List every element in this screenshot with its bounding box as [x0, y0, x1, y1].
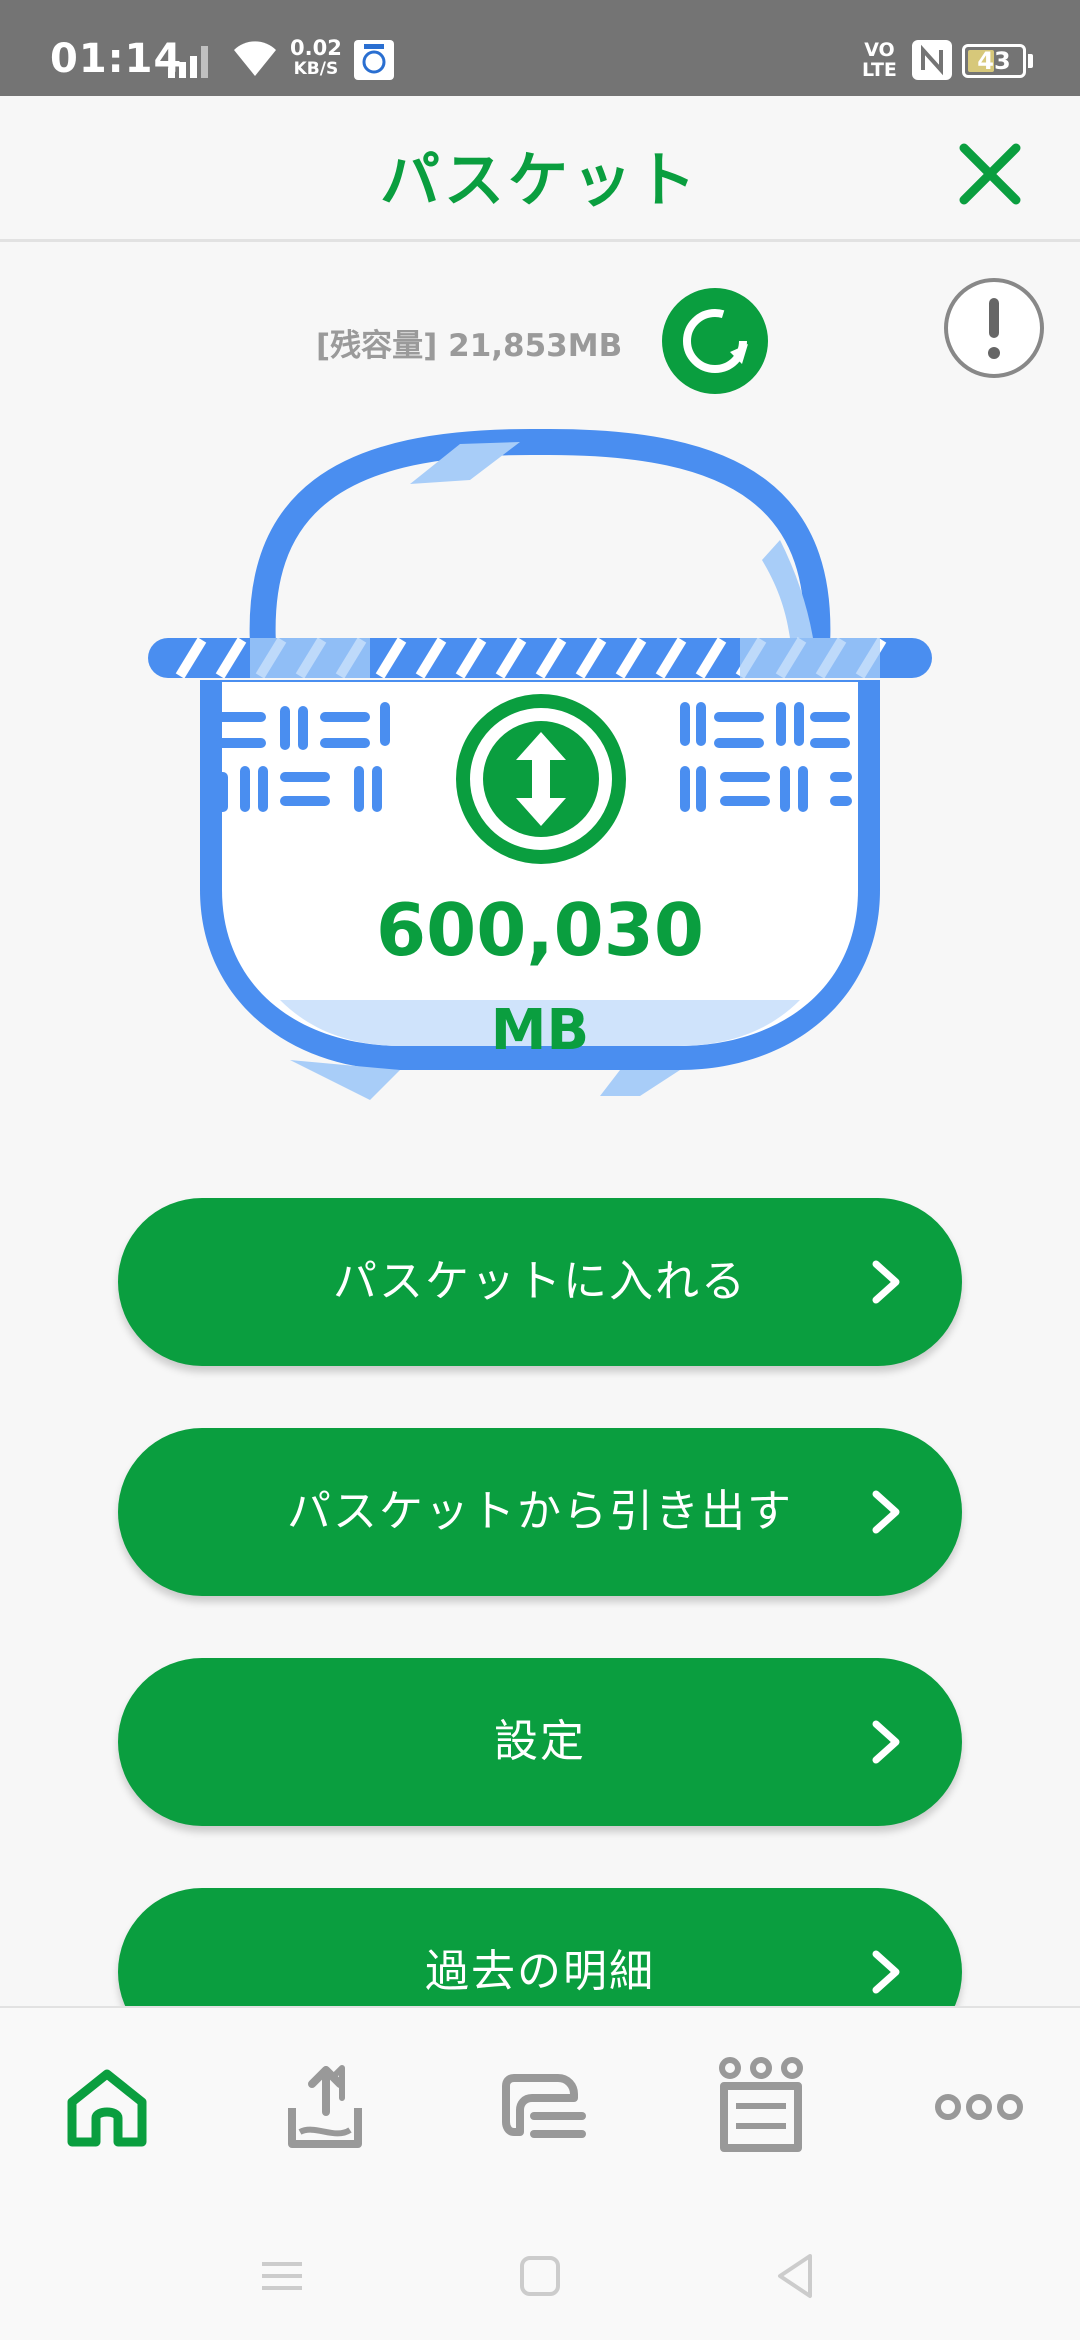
- deposit-button-label: パスケットに入れる: [333, 1256, 747, 1307]
- battery-tip: [1028, 54, 1033, 68]
- chevron-right-icon: [872, 1950, 900, 1994]
- speed-unit: KB/S: [293, 59, 339, 79]
- app-notification-icon: [354, 40, 394, 80]
- volte-top: VO: [864, 39, 895, 61]
- app-header: パスケット: [0, 96, 1080, 242]
- speed-value: 0.02: [290, 36, 342, 60]
- transfer-updown-icon[interactable]: [454, 692, 628, 866]
- signal-icon: [168, 46, 208, 78]
- home-icon[interactable]: [52, 2052, 162, 2162]
- system-home-icon[interactable]: [510, 2246, 570, 2306]
- settings-button[interactable]: 設定: [118, 1658, 962, 1826]
- status-bar: 01:14 0.02 KB/S VO LTE 43: [0, 0, 1080, 96]
- chevron-right-icon: [872, 1260, 900, 1304]
- battery-icon: 43: [962, 44, 1026, 78]
- more-icon[interactable]: [924, 2052, 1034, 2162]
- upload-tray-icon[interactable]: [270, 2052, 380, 2162]
- settings-button-label: 設定: [494, 1716, 586, 1767]
- bottom-navigation: [0, 2006, 1080, 2340]
- network-speed: 0.02 KB/S: [290, 38, 342, 80]
- basket-unit: MB: [490, 998, 590, 1063]
- volte-indicator: VO LTE: [862, 40, 897, 80]
- warning-info-icon[interactable]: [942, 276, 1046, 380]
- refresh-icon[interactable]: [660, 286, 770, 396]
- close-icon[interactable]: [950, 134, 1030, 214]
- volte-bottom: LTE: [862, 59, 897, 81]
- withdraw-button-label: パスケットから引き出す: [287, 1486, 793, 1537]
- crown-icon[interactable]: [706, 2052, 816, 2162]
- chevron-right-icon: [872, 1490, 900, 1534]
- wifi-icon: [234, 41, 276, 76]
- basket-amount: 600,030: [376, 888, 704, 972]
- status-time: 01:14: [50, 36, 183, 82]
- remaining-capacity: [残容量] 21,853MB: [316, 328, 623, 364]
- battery-level: 43: [977, 47, 1011, 75]
- deposit-button[interactable]: パスケットに入れる: [118, 1198, 962, 1366]
- chat-list-icon[interactable]: [488, 2052, 598, 2162]
- system-menu-icon[interactable]: [252, 2246, 312, 2306]
- system-back-icon[interactable]: [766, 2246, 826, 2306]
- nfc-icon: [912, 40, 952, 80]
- page-title: パスケット: [380, 146, 700, 216]
- chevron-right-icon: [872, 1720, 900, 1764]
- withdraw-button[interactable]: パスケットから引き出す: [118, 1428, 962, 1596]
